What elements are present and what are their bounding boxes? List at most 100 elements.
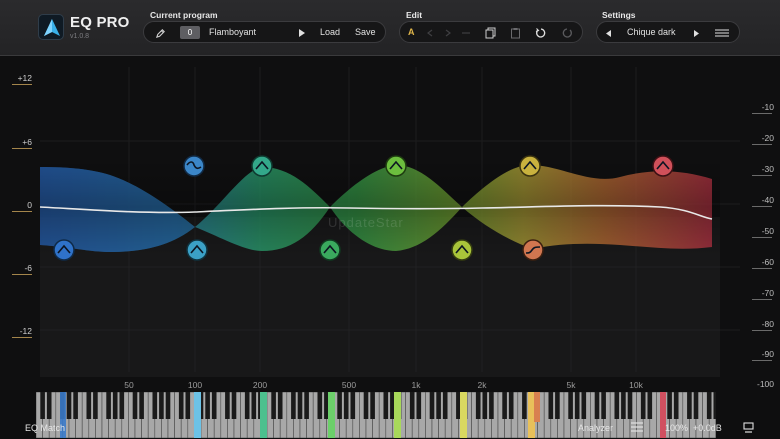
- black-key[interactable]: [165, 392, 171, 419]
- black-key[interactable]: [713, 392, 716, 419]
- black-key[interactable]: [594, 392, 600, 419]
- black-key[interactable]: [73, 392, 78, 419]
- black-key[interactable]: [119, 392, 125, 419]
- theme-name[interactable]: Chique dark: [627, 27, 676, 37]
- ab-toggle-button[interactable]: A: [408, 27, 415, 37]
- black-key[interactable]: [693, 392, 699, 419]
- undo-icon[interactable]: [534, 25, 548, 41]
- options-button[interactable]: [631, 422, 643, 434]
- band-node-6[interactable]: [385, 155, 407, 177]
- pencil-icon: [155, 28, 165, 38]
- black-key[interactable]: [343, 392, 349, 419]
- black-key[interactable]: [93, 392, 98, 419]
- black-key[interactable]: [383, 392, 389, 419]
- black-key[interactable]: [106, 392, 111, 419]
- black-key[interactable]: [581, 392, 587, 419]
- eq-graph[interactable]: +12 +6 0 -6 -12 -10 -20 -30 -40 -50 -60 …: [0, 57, 780, 390]
- band-node-3[interactable]: [186, 239, 208, 261]
- black-key[interactable]: [139, 392, 144, 419]
- previous-theme-button[interactable]: [602, 25, 614, 41]
- black-key[interactable]: [621, 392, 626, 419]
- black-key[interactable]: [86, 392, 92, 419]
- black-key[interactable]: [225, 392, 230, 419]
- black-key[interactable]: [297, 392, 303, 419]
- black-key[interactable]: [205, 392, 210, 419]
- copy-icon[interactable]: [483, 25, 497, 41]
- band-node-8[interactable]: [519, 155, 541, 177]
- black-key[interactable]: [304, 392, 309, 419]
- black-key[interactable]: [416, 392, 422, 419]
- black-key[interactable]: [46, 392, 52, 419]
- band-node-7[interactable]: [451, 239, 473, 261]
- band-node-1[interactable]: [53, 239, 75, 261]
- black-key[interactable]: [640, 392, 646, 419]
- black-key[interactable]: [673, 392, 679, 419]
- black-key[interactable]: [231, 392, 237, 419]
- black-key[interactable]: [291, 392, 296, 419]
- black-key[interactable]: [317, 392, 323, 419]
- black-key[interactable]: [244, 392, 250, 419]
- black-key[interactable]: [363, 392, 369, 419]
- black-key[interactable]: [502, 392, 507, 419]
- black-key[interactable]: [475, 392, 481, 419]
- paste-icon[interactable]: [508, 25, 522, 41]
- redo-icon[interactable]: [560, 25, 574, 41]
- black-key[interactable]: [178, 392, 184, 419]
- black-key[interactable]: [66, 392, 72, 419]
- band-node-10[interactable]: [652, 155, 674, 177]
- black-key[interactable]: [522, 392, 527, 419]
- black-key[interactable]: [152, 392, 158, 419]
- black-key[interactable]: [601, 392, 606, 419]
- black-key[interactable]: [508, 392, 514, 419]
- black-key[interactable]: [159, 392, 164, 419]
- black-key[interactable]: [429, 392, 435, 419]
- black-key[interactable]: [277, 392, 283, 419]
- black-key[interactable]: [667, 392, 672, 419]
- black-key[interactable]: [185, 392, 191, 419]
- black-key[interactable]: [614, 392, 620, 419]
- black-key[interactable]: [555, 392, 560, 419]
- program-name[interactable]: Flamboyant: [209, 27, 256, 37]
- zoom-value[interactable]: 100%: [665, 423, 688, 433]
- arrow-right-icon[interactable]: [442, 25, 454, 41]
- arrow-left-icon[interactable]: [424, 25, 436, 41]
- black-key[interactable]: [112, 392, 118, 419]
- black-key[interactable]: [370, 392, 375, 419]
- black-key[interactable]: [548, 392, 554, 419]
- black-key[interactable]: [350, 392, 356, 419]
- analyzer-button[interactable]: Analyzer: [578, 423, 613, 433]
- black-key[interactable]: [442, 392, 448, 419]
- next-theme-button[interactable]: [690, 25, 702, 41]
- black-key[interactable]: [647, 392, 653, 419]
- output-gain-value[interactable]: +0.0dB: [693, 423, 722, 433]
- next-program-button[interactable]: [296, 25, 308, 41]
- band-node-4[interactable]: [251, 155, 273, 177]
- black-key[interactable]: [337, 392, 342, 419]
- black-key[interactable]: [251, 392, 257, 419]
- band-node-9[interactable]: [522, 239, 544, 261]
- eq-match-button[interactable]: EQ Match: [25, 423, 65, 433]
- menu-button[interactable]: [714, 25, 730, 41]
- program-number[interactable]: 0: [180, 26, 200, 39]
- black-key[interactable]: [489, 392, 494, 419]
- save-button[interactable]: Save: [355, 27, 376, 37]
- band-node-2[interactable]: [183, 155, 205, 177]
- black-key[interactable]: [482, 392, 488, 419]
- black-key[interactable]: [132, 392, 138, 419]
- band-node-5[interactable]: [319, 239, 341, 261]
- black-key[interactable]: [574, 392, 580, 419]
- app-logo: [38, 14, 64, 40]
- edit-program-button[interactable]: [152, 25, 168, 41]
- black-key[interactable]: [211, 392, 217, 419]
- load-button[interactable]: Load: [320, 27, 340, 37]
- black-key[interactable]: [409, 392, 415, 419]
- black-key[interactable]: [40, 392, 45, 419]
- black-key[interactable]: [687, 392, 692, 419]
- black-key[interactable]: [436, 392, 441, 419]
- black-key[interactable]: [271, 392, 276, 419]
- black-key[interactable]: [627, 392, 633, 419]
- black-key[interactable]: [568, 392, 573, 419]
- black-key[interactable]: [706, 392, 712, 419]
- resize-button[interactable]: [743, 422, 754, 435]
- swap-icon[interactable]: [460, 25, 472, 41]
